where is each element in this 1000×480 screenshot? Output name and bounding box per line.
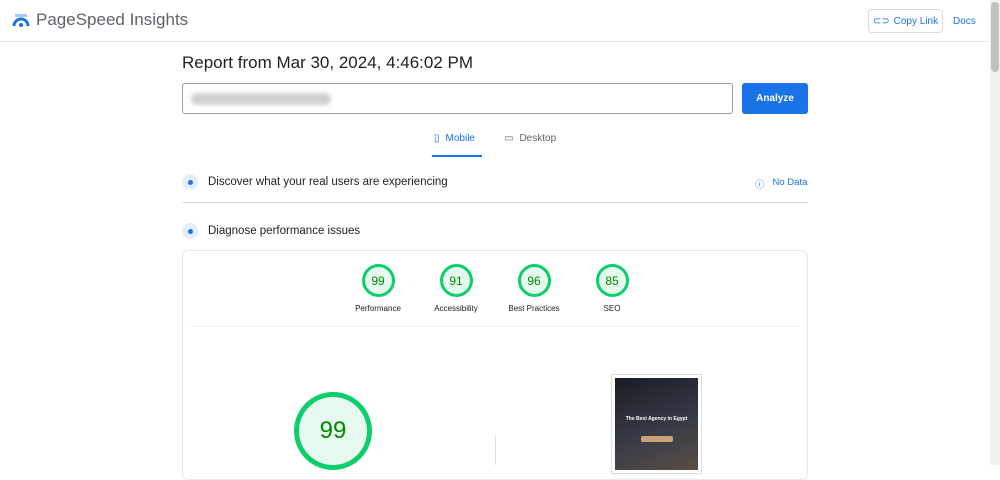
score-seo[interactable]: 85 SEO [572, 264, 652, 313]
tab-desktop[interactable]: ▭ Desktop [502, 133, 558, 157]
score-performance[interactable]: 99 Performance [338, 264, 418, 313]
link-icon: ⊂⊃ [872, 15, 890, 27]
tab-label: Desktop [519, 133, 557, 144]
tab-label: Mobile [445, 133, 475, 144]
score-label: Performance [355, 304, 401, 313]
scrollbar[interactable] [990, 0, 1000, 465]
score-gauge: 91 [439, 264, 473, 297]
page-screenshot: The Best Agency in Egypt [611, 374, 702, 474]
app-title: PageSpeed Insights [36, 10, 189, 29]
mobile-icon: ▯ [434, 133, 440, 144]
score-gauge: 96 [517, 264, 551, 297]
scrollbar-thumb[interactable] [991, 2, 999, 72]
url-input[interactable] [182, 83, 733, 114]
performance-main-gauge: 99 [294, 392, 372, 470]
score-label: Accessibility [434, 304, 478, 313]
tab-mobile[interactable]: ▯ Mobile [432, 133, 482, 157]
lab-icon [182, 223, 198, 239]
info-icon: ⓘ [755, 180, 765, 191]
report-title: Report from Mar 30, 2024, 4:46:02 PM [182, 53, 474, 72]
score-label: SEO [603, 304, 621, 313]
no-data-status: ⓘ No Data [755, 177, 807, 191]
real-users-section: Discover what your real users are experi… [182, 174, 448, 190]
score-gauge: 99 [361, 264, 395, 297]
screenshot-headline: The Best Agency in Egypt [625, 416, 688, 422]
score-accessibility[interactable]: 91 Accessibility [416, 264, 496, 313]
diagnose-section: Diagnose performance issues [182, 223, 360, 239]
desktop-icon: ▭ [504, 133, 514, 144]
score-label: Best Practices [508, 304, 560, 313]
score-gauge: 85 [595, 264, 629, 297]
screenshot-button [640, 436, 673, 442]
pagespeed-logo-icon [12, 14, 30, 27]
redacted-url [191, 93, 331, 105]
divider [495, 435, 496, 465]
users-icon [182, 174, 198, 190]
divider [182, 202, 808, 203]
logo[interactable]: PageSpeed Insights [12, 10, 188, 30]
docs-link[interactable]: Docs [953, 16, 976, 27]
copy-link-label: Copy Link [893, 15, 939, 27]
score-best-practices[interactable]: 96 Best Practices [494, 264, 574, 313]
analyze-button[interactable]: Analyze [742, 83, 808, 114]
divider [190, 326, 800, 327]
section-title: Diagnose performance issues [208, 225, 361, 237]
header: PageSpeed Insights ⊂⊃ Copy Link Docs [0, 0, 990, 42]
no-data-label: No Data [772, 177, 808, 188]
section-title: Discover what your real users are experi… [208, 176, 448, 188]
copy-link-button[interactable]: ⊂⊃ Copy Link [868, 9, 943, 33]
